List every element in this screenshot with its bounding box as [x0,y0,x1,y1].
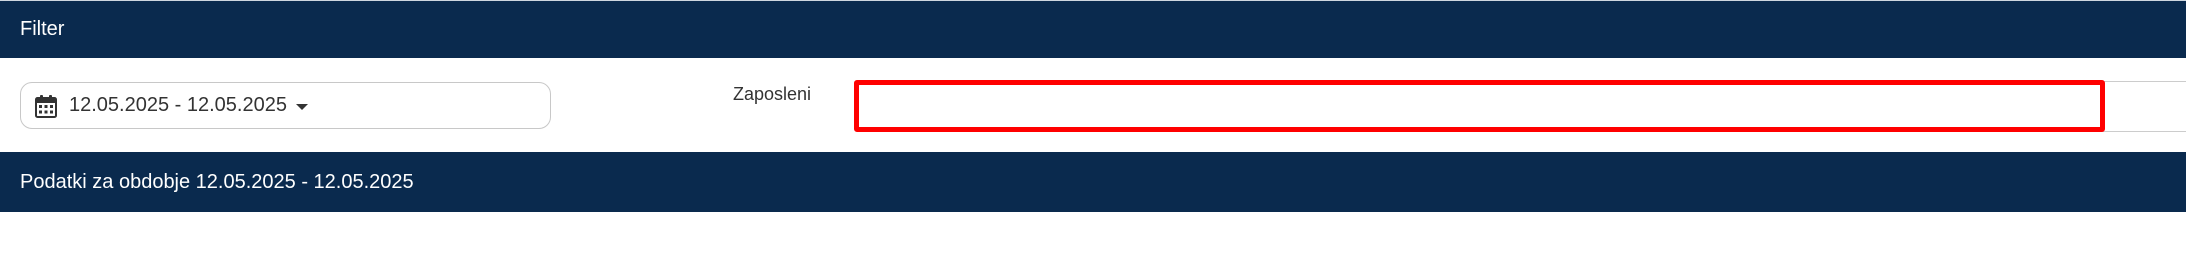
employees-label: Zaposleni [733,84,812,104]
date-range-value: 12.05.2025 - 12.05.2025 [69,94,287,116]
filter-panel-header: Filter [0,0,2186,58]
calendar-icon [35,94,57,118]
data-panel-title: Podatki za obdobje 12.05.2025 - 12.05.20… [20,170,414,193]
date-range-picker[interactable]: 12.05.2025 - 12.05.2025 [20,82,551,129]
employees-input[interactable] [855,81,2186,132]
data-panel-header: Podatki za obdobje 12.05.2025 - 12.05.20… [0,152,2186,212]
filter-panel-title: Filter [20,18,65,40]
caret-down-icon [295,104,308,110]
